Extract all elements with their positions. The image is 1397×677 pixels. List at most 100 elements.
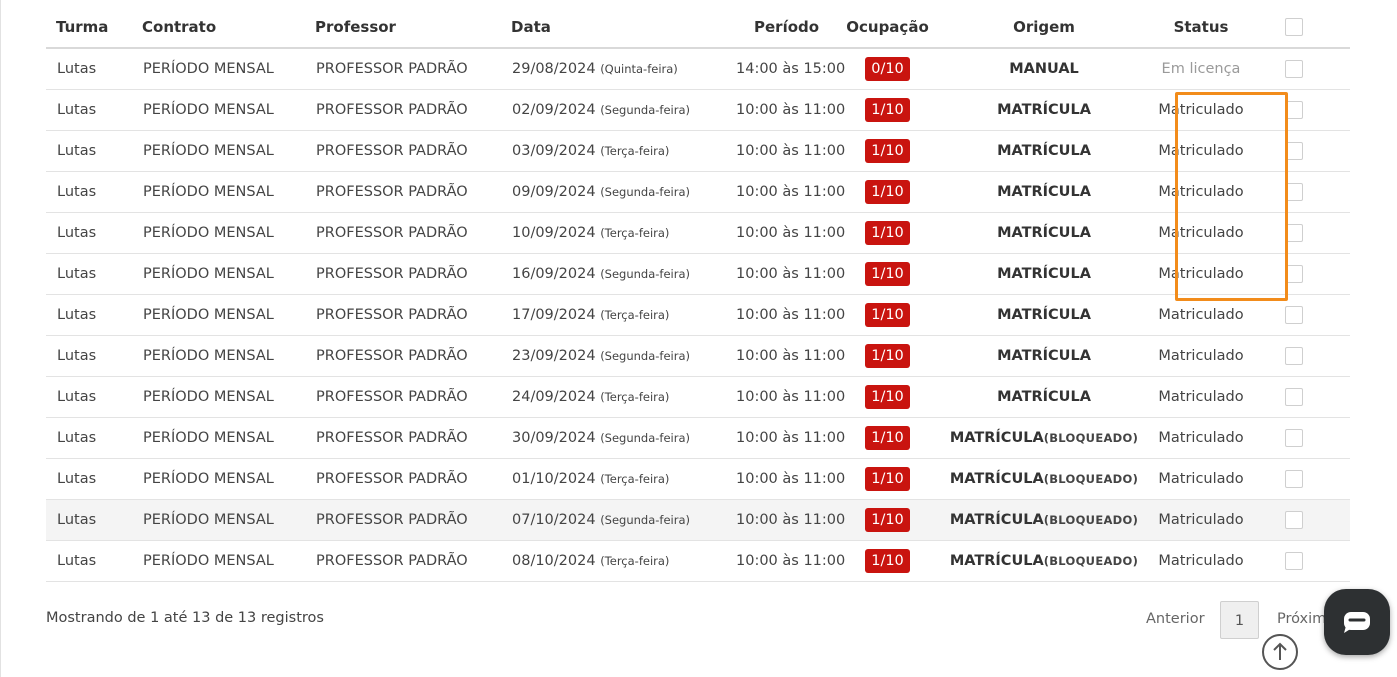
table-header-row: Turma Contrato Professor Data Período Oc… bbox=[46, 7, 1350, 49]
cell-professor: PROFESSOR PADRÃO bbox=[305, 499, 501, 541]
row-checkbox[interactable] bbox=[1285, 428, 1303, 447]
cell-origem: MATRÍCULA bbox=[944, 130, 1144, 172]
cell-professor: PROFESSOR PADRÃO bbox=[305, 294, 501, 336]
cell-ocupacao: 1/10 bbox=[831, 171, 944, 213]
cell-data: 30/09/2024 (Segunda-feira) bbox=[501, 417, 716, 459]
header-turma[interactable]: Turma bbox=[46, 7, 132, 49]
cell-select bbox=[1258, 48, 1350, 90]
row-checkbox[interactable] bbox=[1285, 510, 1303, 529]
table-body: Lutas PERÍODO MENSAL PROFESSOR PADRÃO 29/08… bbox=[46, 48, 1350, 582]
cell-turma: Lutas bbox=[46, 48, 132, 90]
cell-periodo: 10:00 às 11:00 bbox=[716, 212, 845, 254]
table-row: Lutas PERÍODO MENSAL PROFESSOR PADRÃO 03/09… bbox=[46, 130, 1350, 172]
date-value: 16/09/2024 bbox=[512, 265, 596, 282]
row-checkbox[interactable] bbox=[1285, 469, 1303, 488]
arrow-up-circle-icon[interactable] bbox=[1262, 634, 1298, 670]
cell-turma: Lutas bbox=[46, 171, 132, 213]
occupancy-badge: 1/10 bbox=[865, 179, 910, 204]
cell-contrato: PERÍODO MENSAL bbox=[132, 130, 305, 172]
weekday-value: (Segunda-feira) bbox=[600, 430, 691, 445]
table-row: Lutas PERÍODO MENSAL PROFESSOR PADRÃO 01/10… bbox=[46, 458, 1350, 500]
header-status[interactable]: Status bbox=[1144, 7, 1258, 49]
weekday-value: (Segunda-feira) bbox=[600, 266, 691, 281]
row-checkbox[interactable] bbox=[1285, 387, 1303, 406]
cell-origem: MATRÍCULA bbox=[944, 89, 1144, 131]
cell-periodo: 10:00 às 11:00 bbox=[716, 171, 845, 213]
header-data[interactable]: Data bbox=[501, 7, 716, 49]
weekday-value: (Segunda-feira) bbox=[600, 184, 691, 199]
cell-professor: PROFESSOR PADRÃO bbox=[305, 458, 501, 500]
origin-blocked-tag: (BLOQUEADO) bbox=[1043, 471, 1139, 486]
cell-turma: Lutas bbox=[46, 376, 132, 418]
cell-ocupacao: 1/10 bbox=[831, 294, 944, 336]
weekday-value: (Terça-feira) bbox=[600, 553, 670, 568]
cell-contrato: PERÍODO MENSAL bbox=[132, 499, 305, 541]
cell-origem: MATRÍCULA(BLOQUEADO) bbox=[944, 540, 1144, 582]
origin-value: MATRÍCULA bbox=[949, 511, 1044, 528]
cell-ocupacao: 1/10 bbox=[831, 458, 944, 500]
pagination-previous[interactable]: Anterior bbox=[1146, 611, 1205, 627]
cell-status: Matriculado bbox=[1144, 499, 1258, 541]
row-checkbox[interactable] bbox=[1285, 346, 1303, 365]
origin-value: MATRÍCULA bbox=[997, 224, 1091, 241]
cell-origem: MATRÍCULA bbox=[944, 253, 1144, 295]
origin-value: MATRÍCULA bbox=[997, 388, 1091, 405]
cell-professor: PROFESSOR PADRÃO bbox=[305, 540, 501, 582]
cell-professor: PROFESSOR PADRÃO bbox=[305, 89, 501, 131]
cell-select bbox=[1258, 417, 1350, 459]
page-left-border bbox=[0, 0, 1, 677]
date-value: 23/09/2024 bbox=[512, 347, 596, 364]
cell-turma: Lutas bbox=[46, 458, 132, 500]
cell-ocupacao: 1/10 bbox=[831, 417, 944, 459]
header-ocupacao[interactable]: Ocupação bbox=[831, 7, 944, 49]
cell-origem: MATRÍCULA(BLOQUEADO) bbox=[944, 417, 1144, 459]
occupancy-badge: 1/10 bbox=[865, 548, 910, 573]
table-row: Lutas PERÍODO MENSAL PROFESSOR PADRÃO 23/09… bbox=[46, 335, 1350, 377]
cell-periodo: 10:00 às 11:00 bbox=[716, 253, 845, 295]
origin-value: MATRÍCULA bbox=[949, 429, 1044, 446]
origin-value: MATRÍCULA bbox=[949, 552, 1044, 569]
chat-button[interactable] bbox=[1324, 589, 1390, 655]
cell-ocupacao: 1/10 bbox=[831, 253, 944, 295]
cell-contrato: PERÍODO MENSAL bbox=[132, 89, 305, 131]
cell-professor: PROFESSOR PADRÃO bbox=[305, 130, 501, 172]
row-checkbox[interactable] bbox=[1285, 305, 1303, 324]
table-row: Lutas PERÍODO MENSAL PROFESSOR PADRÃO 09/09… bbox=[46, 171, 1350, 213]
cell-turma: Lutas bbox=[46, 253, 132, 295]
cell-data: 08/10/2024 (Terça-feira) bbox=[501, 540, 716, 582]
cell-contrato: PERÍODO MENSAL bbox=[132, 253, 305, 295]
occupancy-badge: 1/10 bbox=[865, 220, 910, 245]
header-contrato[interactable]: Contrato bbox=[132, 7, 305, 49]
select-all-checkbox[interactable] bbox=[1285, 18, 1303, 37]
pagination-page-1[interactable]: 1 bbox=[1220, 601, 1259, 639]
occupancy-badge: 1/10 bbox=[865, 343, 910, 368]
cell-status: Matriculado bbox=[1144, 458, 1258, 500]
row-checkbox[interactable] bbox=[1285, 59, 1303, 78]
date-value: 24/09/2024 bbox=[512, 388, 596, 405]
cell-status: Matriculado bbox=[1144, 376, 1258, 418]
origin-value: MANUAL bbox=[1009, 60, 1079, 77]
cell-periodo: 10:00 às 11:00 bbox=[716, 499, 845, 541]
date-value: 29/08/2024 bbox=[512, 60, 596, 77]
weekday-value: (Segunda-feira) bbox=[600, 512, 691, 527]
records-info: Mostrando de 1 até 13 de 13 registros bbox=[46, 610, 324, 626]
cell-select bbox=[1258, 335, 1350, 377]
origin-value: MATRÍCULA bbox=[949, 470, 1044, 487]
cell-origem: MATRÍCULA bbox=[944, 335, 1144, 377]
origin-value: MATRÍCULA bbox=[997, 265, 1091, 282]
cell-data: 03/09/2024 (Terça-feira) bbox=[501, 130, 716, 172]
header-periodo[interactable]: Período bbox=[716, 7, 831, 49]
cell-professor: PROFESSOR PADRÃO bbox=[305, 253, 501, 295]
date-value: 17/09/2024 bbox=[512, 306, 596, 323]
header-origem[interactable]: Origem bbox=[944, 7, 1144, 49]
cell-data: 09/09/2024 (Segunda-feira) bbox=[501, 171, 716, 213]
cell-ocupacao: 1/10 bbox=[831, 130, 944, 172]
cell-turma: Lutas bbox=[46, 89, 132, 131]
occupancy-badge: 0/10 bbox=[865, 56, 910, 81]
cell-turma: Lutas bbox=[46, 212, 132, 254]
cell-ocupacao: 1/10 bbox=[831, 335, 944, 377]
header-professor[interactable]: Professor bbox=[305, 7, 501, 49]
occupancy-badge: 1/10 bbox=[865, 261, 910, 286]
row-checkbox[interactable] bbox=[1285, 551, 1303, 570]
cell-contrato: PERÍODO MENSAL bbox=[132, 540, 305, 582]
